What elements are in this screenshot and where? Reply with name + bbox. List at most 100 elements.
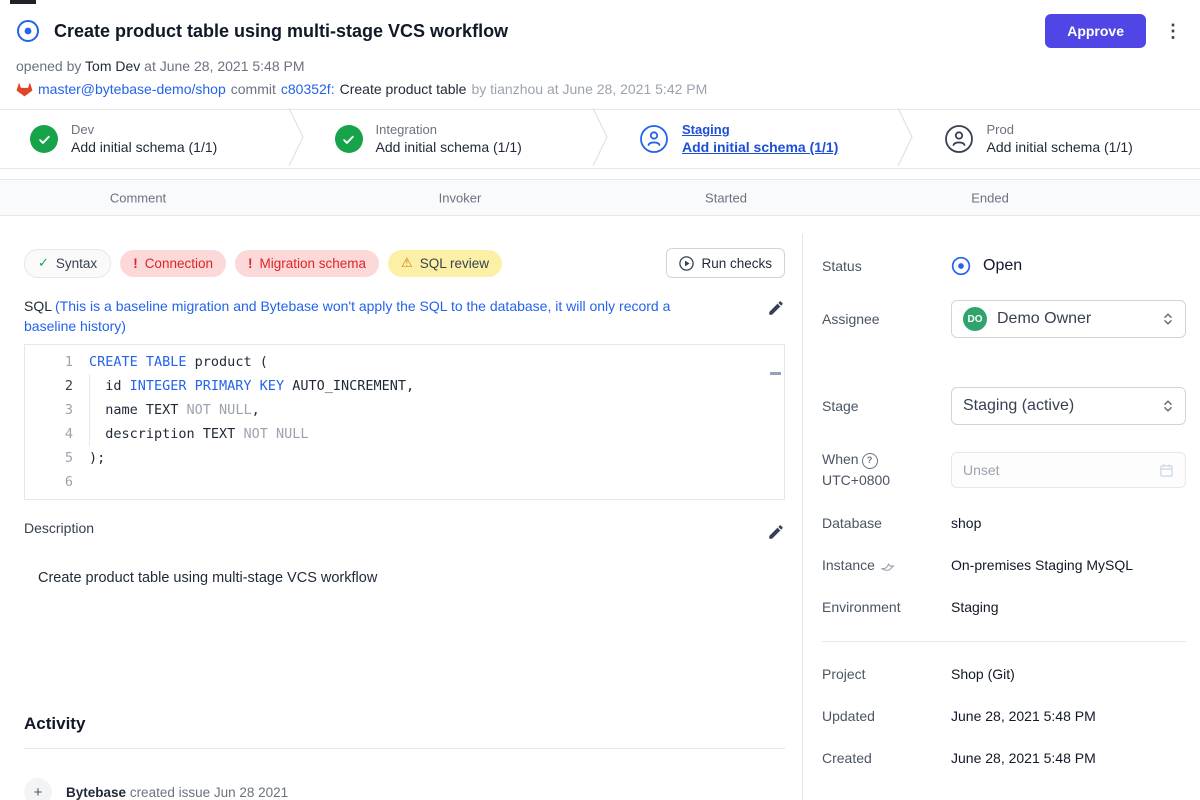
main-area: ✓ Syntax ! Connection ! Migration schema… <box>0 234 1200 800</box>
project-value[interactable]: Shop (Git) <box>951 666 1186 682</box>
code-line: 2 id INTEGER PRIMARY KEY AUTO_INCREMENT, <box>35 374 784 398</box>
project-label: Project <box>822 666 951 682</box>
calendar-icon <box>1159 463 1174 478</box>
vcs-branch-link[interactable]: master@bytebase-demo/shop <box>38 81 226 97</box>
warning-icon: ⚠ <box>401 255 413 271</box>
sql-heading-row: SQL(This is a baseline migration and Byt… <box>24 296 785 336</box>
edit-description-icon[interactable] <box>767 520 785 546</box>
task-table-header: Comment Invoker Started Ended <box>0 179 1200 216</box>
plus-avatar-icon: + <box>24 778 52 800</box>
project-row: Project Shop (Git) <box>822 666 1186 682</box>
stage-separator-icon <box>287 108 305 171</box>
stage-task[interactable]: Add initial schema (1/1) <box>682 138 838 157</box>
kebab-menu-icon[interactable]: ⋮ <box>1162 22 1184 40</box>
when-placeholder: Unset <box>963 462 1000 478</box>
stage-text: Integration Add initial schema (1/1) <box>376 121 522 157</box>
stage-staging[interactable]: Staging Add initial schema (1/1) <box>609 110 896 168</box>
description-label: Description <box>24 520 94 536</box>
line-number: 3 <box>35 398 89 422</box>
description-text[interactable]: Create product table using multi-stage V… <box>24 570 785 586</box>
badge-label: SQL review <box>420 256 489 271</box>
badge-label: Connection <box>145 256 213 271</box>
assignee-value: Demo Owner <box>997 310 1091 328</box>
activity-action: created issue Jun 28 2021 <box>130 785 288 800</box>
stage-text: Staging Add initial schema (1/1) <box>682 121 838 157</box>
stage-select[interactable]: Staging (active) <box>951 387 1186 425</box>
when-date-input[interactable]: Unset <box>951 452 1186 488</box>
status-value: Open <box>951 256 1186 276</box>
when-label: When? UTC+0800 <box>822 449 951 491</box>
created-label: Created <box>822 750 951 766</box>
column-comment: Comment <box>110 190 166 205</box>
line-number: 1 <box>35 350 89 374</box>
checks-row: ✓ Syntax ! Connection ! Migration schema… <box>24 248 785 278</box>
error-icon: ! <box>248 256 253 271</box>
stage-prod[interactable]: Prod Add initial schema (1/1) <box>914 110 1200 168</box>
issue-title-row: Create product table using multi-stage V… <box>16 14 1184 48</box>
line-number: 5 <box>35 446 89 470</box>
activity-actor: Bytebase <box>66 785 126 800</box>
issue-header: Create product table using multi-stage V… <box>0 0 1200 97</box>
opened-by-name: Tom Dev <box>85 58 140 74</box>
vcs-commit-message: Create product table <box>340 81 467 97</box>
stage-task[interactable]: Add initial schema (1/1) <box>987 138 1133 157</box>
vcs-commit-link[interactable]: c80352f: <box>281 81 335 97</box>
stage-integration[interactable]: Integration Add initial schema (1/1) <box>305 110 592 168</box>
help-icon[interactable]: ? <box>862 453 878 469</box>
stage-text: Prod Add initial schema (1/1) <box>987 121 1133 157</box>
stage-text: Dev Add initial schema (1/1) <box>71 121 217 157</box>
stage-done-icon <box>335 125 363 153</box>
stage-value: Staging (active) <box>963 397 1074 415</box>
sql-heading: SQL(This is a baseline migration and Byt… <box>24 296 724 336</box>
stage-dev[interactable]: Dev Add initial schema (1/1) <box>0 110 287 168</box>
instance-label: Instance <box>822 557 951 573</box>
stage-name[interactable]: Staging <box>682 121 838 138</box>
sidebar-divider <box>822 641 1186 642</box>
sql-editor[interactable]: 1 CREATE TABLE product ( 2 id INTEGER PR… <box>24 344 785 500</box>
updated-value: June 28, 2021 5:48 PM <box>951 708 1186 724</box>
opened-by-prefix: opened by <box>16 58 81 74</box>
edit-sql-icon[interactable] <box>767 296 785 322</box>
code-line: 6 <box>35 470 784 494</box>
run-checks-label: Run checks <box>701 256 772 271</box>
stage-person-icon <box>944 124 974 154</box>
stage-task[interactable]: Add initial schema (1/1) <box>71 138 217 157</box>
status-open-icon <box>951 256 971 276</box>
instance-value[interactable]: On-premises Staging MySQL <box>951 557 1186 573</box>
gitlab-icon <box>16 81 33 97</box>
assignee-label: Assignee <box>822 311 951 327</box>
status-open-text: Open <box>983 257 1022 275</box>
approve-button[interactable]: Approve <box>1045 14 1146 48</box>
check-icon: ✓ <box>38 255 49 271</box>
stage-task[interactable]: Add initial schema (1/1) <box>376 138 522 157</box>
screenshot-artifact <box>10 0 36 4</box>
play-circle-icon <box>679 256 694 271</box>
line-number: 6 <box>35 470 89 494</box>
activity-divider <box>24 748 785 749</box>
stage-name: Integration <box>376 121 522 138</box>
code-line: 4 description TEXT NOT NULL <box>35 422 784 446</box>
run-checks-button[interactable]: Run checks <box>666 248 785 278</box>
header-actions: Approve ⋮ <box>1045 14 1184 48</box>
issue-title: Create product table using multi-stage V… <box>54 21 508 42</box>
code-line: 1 CREATE TABLE product ( <box>35 350 784 374</box>
chevron-updown-icon <box>1162 311 1174 327</box>
status-row: Status Open <box>822 256 1186 276</box>
assignee-select[interactable]: DO Demo Owner <box>951 300 1186 338</box>
stage-separator-icon <box>591 108 609 171</box>
check-badge-syntax[interactable]: ✓ Syntax <box>24 249 111 278</box>
instance-row: Instance On-premises Staging MySQL <box>822 557 1186 573</box>
environment-value[interactable]: Staging <box>951 599 1186 615</box>
check-badge-connection[interactable]: ! Connection <box>120 250 226 277</box>
check-badge-migration-schema[interactable]: ! Migration schema <box>235 250 379 277</box>
stage-row: Stage Staging (active) <box>822 387 1186 425</box>
editor-scrollbar[interactable] <box>770 372 781 375</box>
database-value[interactable]: shop <box>951 515 1186 531</box>
issue-open-icon <box>16 19 40 43</box>
column-invoker: Invoker <box>439 190 482 205</box>
stage-name: Prod <box>987 121 1133 138</box>
check-badge-sql-review[interactable]: ⚠ SQL review <box>388 250 502 277</box>
badge-label: Migration schema <box>260 256 367 271</box>
status-label: Status <box>822 258 951 274</box>
updated-label: Updated <box>822 708 951 724</box>
